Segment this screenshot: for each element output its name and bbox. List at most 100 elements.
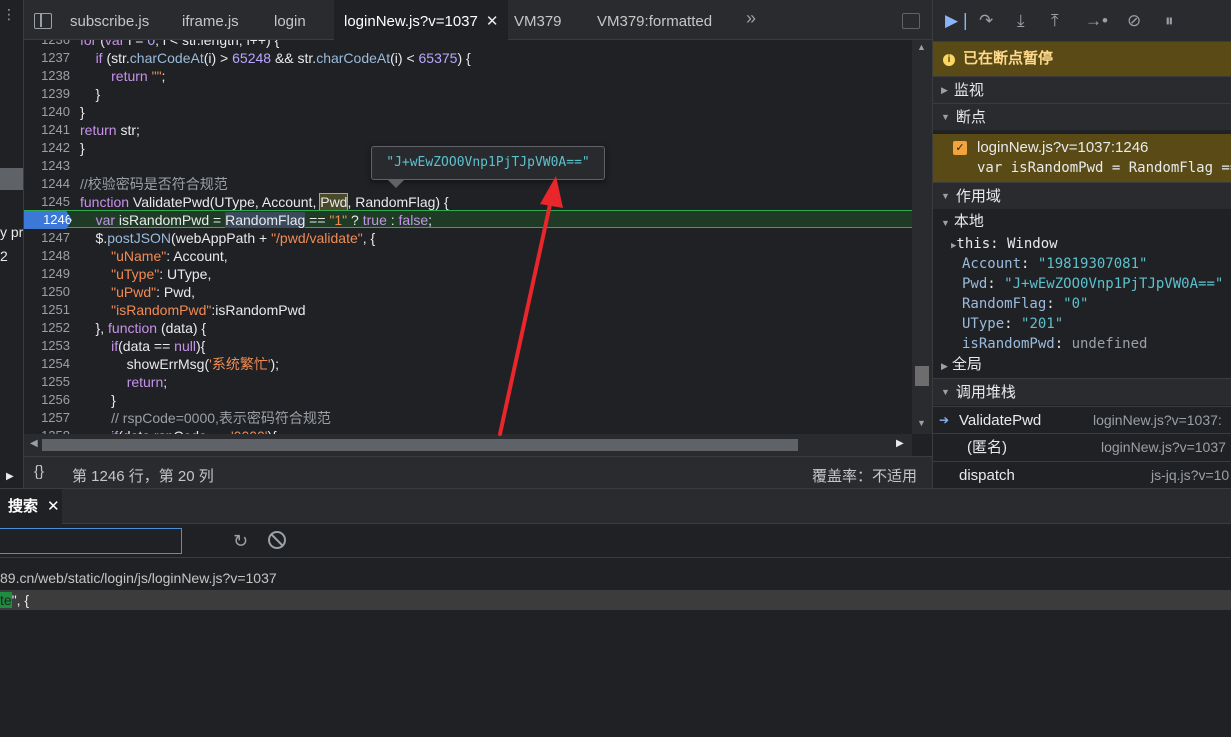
scroll-thumb[interactable] xyxy=(915,366,929,386)
step-into-icon[interactable]: ⤓ xyxy=(1017,11,1025,31)
scope-local[interactable]: ▼ 本地 xyxy=(933,212,1231,232)
tab-iframe-js[interactable]: iframe.js xyxy=(182,0,239,40)
more-tabs-icon[interactable]: » xyxy=(746,8,756,29)
deactivate-breakpoints-icon[interactable]: ⊘ xyxy=(1127,11,1141,31)
editor-status-bar: {} 第 1246 行，第 20 列 覆盖率：不适用 xyxy=(24,456,932,488)
editor-horizontal-scrollbar[interactable]: ◀ ▶ xyxy=(24,434,912,456)
toggle-debugger-icon[interactable] xyxy=(902,13,920,29)
code-line[interactable]: 1245 function ValidatePwd(UType, Account,… xyxy=(24,193,912,211)
code-line[interactable]: 1254 showErrMsg('系统繁忙'); xyxy=(24,355,912,373)
editor-tab-bar: subscribe.js iframe.js login loginNew.js… xyxy=(24,0,932,40)
collapse-icon: ▼ xyxy=(941,191,950,201)
tooltip-pointer xyxy=(387,179,405,188)
scroll-thumb[interactable] xyxy=(42,439,798,451)
scope-var-randomflag[interactable]: RandomFlag: "0" xyxy=(933,294,1231,314)
paused-banner: i 已在断点暂停 xyxy=(933,42,1231,76)
scroll-up-icon[interactable]: ▲ xyxy=(917,42,926,52)
debugger-toolbar: ▶❘ ↷ ⤓ ⤒ →• ⊘ ⏸ xyxy=(933,0,1231,42)
scroll-down-icon[interactable]: ▼ xyxy=(917,418,926,428)
pretty-print-button[interactable]: {} xyxy=(34,463,44,480)
code-line[interactable]: 1248 "uName": Account, xyxy=(24,247,912,265)
navigator-fragment: 2 xyxy=(0,248,8,264)
code-line[interactable]: 1251 "isRandomPwd":isRandomPwd xyxy=(24,301,912,319)
code-line[interactable]: 1257 // rspCode=0000,表示密码符合规范 xyxy=(24,409,912,427)
expand-arrow-icon[interactable]: ▶ xyxy=(6,471,14,482)
clear-icon[interactable] xyxy=(268,531,286,549)
current-frame-icon: ➔ xyxy=(939,413,950,427)
tab-subscribe-js[interactable]: subscribe.js xyxy=(70,0,149,40)
step-out-icon[interactable]: ⤒ xyxy=(1051,11,1059,31)
code-line[interactable]: 1256 } xyxy=(24,391,912,409)
code-line[interactable]: 1252 }, function (data) { xyxy=(24,319,912,337)
collapse-icon: ▼ xyxy=(941,218,950,228)
coverage-status: 覆盖率：不适用 xyxy=(812,468,918,485)
tab-loginnew-js[interactable]: loginNew.js?v=1037 ✕ xyxy=(334,0,509,40)
breakpoint-checkbox[interactable]: ✓ xyxy=(953,141,967,155)
call-frame-validatepwd[interactable]: ➔ ValidatePwd loginNew.js?v=1037: xyxy=(933,406,1231,433)
search-input[interactable] xyxy=(0,528,182,554)
tab-vm379[interactable]: VM379 xyxy=(514,0,562,40)
resume-icon[interactable]: ▶❘ xyxy=(945,11,972,31)
more-options-icon[interactable]: ⋮ xyxy=(2,7,16,21)
code-line[interactable]: 1249 "uType": UType, xyxy=(24,265,912,283)
info-icon: i xyxy=(943,54,955,66)
current-execution-line[interactable]: 1246 var isRandomPwd = RandomFlag == "1"… xyxy=(24,210,912,229)
code-line[interactable]: 1253 if(data == null){ xyxy=(24,337,912,355)
breakpoint-location: loginNew.js?v=1037:1246 xyxy=(977,139,1149,156)
section-breakpoints[interactable]: ▼ 断点 xyxy=(933,103,1231,130)
close-tab-icon[interactable]: ✕ xyxy=(486,13,499,30)
code-line[interactable]: 1236for (var i = 0; i < str.length; i++)… xyxy=(24,40,912,49)
scope-var-account[interactable]: Account: "19819307081" xyxy=(933,254,1231,274)
editor-vertical-scrollbar[interactable]: ▲ ▼ xyxy=(912,40,932,434)
breakpoint-item[interactable]: ✓ loginNew.js?v=1037:1246 var isRandomPw… xyxy=(933,134,1231,182)
code-line[interactable]: 1258 if(data.rspCode == '0000'){ xyxy=(24,427,912,434)
scope-var-pwd[interactable]: Pwd: "J+wEwZOO0Vnp1PjTJpVW0A==" xyxy=(933,274,1231,294)
selected-file-row[interactable] xyxy=(0,168,23,190)
section-scope[interactable]: ▼ 作用域 xyxy=(933,182,1231,209)
scope-var-this[interactable]: ▶this: Window xyxy=(933,234,1231,254)
navigator-fragment: y pr xyxy=(0,224,24,240)
section-call-stack[interactable]: ▼ 调用堆栈 xyxy=(933,378,1231,405)
scroll-left-icon[interactable]: ◀ xyxy=(30,438,38,449)
collapse-icon: ▼ xyxy=(941,387,950,397)
code-line[interactable]: 1238 return ""; xyxy=(24,67,912,85)
step-icon[interactable]: →• xyxy=(1085,11,1108,31)
tab-login[interactable]: login xyxy=(274,0,306,40)
code-line[interactable]: 1255 return; xyxy=(24,373,912,391)
code-line[interactable]: 1250 "uPwd": Pwd, xyxy=(24,283,912,301)
expand-icon: ▶ xyxy=(941,361,948,371)
refresh-icon[interactable]: ↻ xyxy=(233,531,248,552)
debugger-sidebar: ▶❘ ↷ ⤓ ⤒ →• ⊘ ⏸ i 已在断点暂停 ▶ 监视 ▼ 断点 ✓ loginN… xyxy=(932,0,1231,488)
scope-var-utype[interactable]: UType: "201" xyxy=(933,314,1231,334)
scroll-right-icon[interactable]: ▶ xyxy=(896,438,904,449)
search-match: te xyxy=(0,592,12,608)
search-toolbar: ↻ xyxy=(0,524,1231,558)
code-line[interactable]: 1237 if (str.charCodeAt(i) > 65248 && st… xyxy=(24,49,912,67)
tab-vm379-formatted[interactable]: VM379:formatted xyxy=(597,0,712,40)
search-result-file[interactable]: 89.cn/web/static/login/js/loginNew.js?v=… xyxy=(0,570,277,586)
close-tab-icon[interactable]: ✕ xyxy=(47,489,60,525)
search-result-line[interactable]: te", { xyxy=(0,590,1231,610)
toggle-navigator-icon[interactable] xyxy=(34,13,52,29)
step-over-icon[interactable]: ↷ xyxy=(979,11,993,31)
bottom-drawer: 搜索 ✕ ↻ 89.cn/web/static/login/js/loginNew… xyxy=(0,488,1231,737)
expand-icon: ▶ xyxy=(941,85,948,95)
code-line[interactable]: 1247 $.postJSON(webAppPath + "/pwd/valid… xyxy=(24,229,912,247)
code-line[interactable]: 1240} xyxy=(24,103,912,121)
cursor-position: 第 1246 行，第 20 列 xyxy=(72,468,214,485)
value-tooltip: "J+wEwZOO0Vnp1PjTJpVW0A==" xyxy=(371,146,605,180)
pause-on-exceptions-icon[interactable]: ⏸ xyxy=(1165,11,1174,31)
call-frame-anonymous[interactable]: (匿名) loginNew.js?v=1037 xyxy=(933,433,1231,460)
breakpoint-code: var isRandomPwd = RandomFlag == xyxy=(977,160,1231,176)
section-watch[interactable]: ▶ 监视 xyxy=(933,76,1231,103)
navigator-pane-edge: ⋮ y pr 2 ▶ xyxy=(0,0,24,488)
code-line[interactable]: 1241 return str; xyxy=(24,121,912,139)
drawer-tab-bar: 搜索 ✕ xyxy=(0,489,1231,524)
scope-global[interactable]: ▶ 全局 xyxy=(933,355,1231,375)
call-frame-dispatch[interactable]: dispatch js-jq.js?v=10 xyxy=(933,461,1231,488)
code-editor[interactable]: 1236for (var i = 0; i < str.length; i++)… xyxy=(24,40,912,434)
scope-var-israndompwd[interactable]: isRandomPwd: undefined xyxy=(933,334,1231,354)
code-line[interactable]: 1239 } xyxy=(24,85,912,103)
collapse-icon: ▼ xyxy=(941,112,950,122)
tab-search[interactable]: 搜索 ✕ xyxy=(0,489,62,524)
